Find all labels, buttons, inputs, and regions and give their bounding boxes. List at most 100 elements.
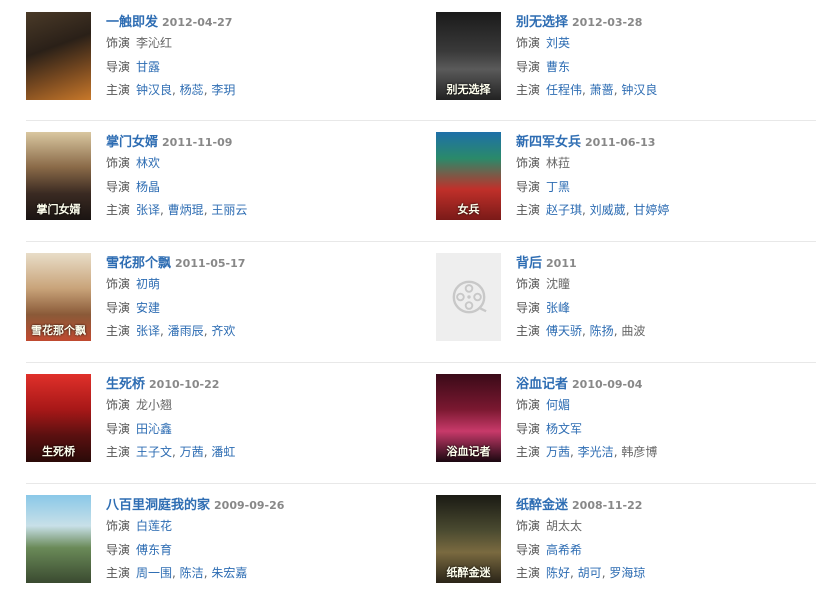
title-link[interactable]: 一触即发 [106,15,158,30]
release-date: 2010-09-04 [572,378,643,391]
cast-link[interactable]: 潘虹 [211,445,235,459]
cast-link[interactable]: 王丽云 [211,203,247,217]
release-date: 2009-09-26 [214,499,285,512]
role-link[interactable]: 白莲花 [136,519,172,533]
role-value: 沈瞳 [546,277,571,291]
cast-link[interactable]: 曹炳琨 [168,203,204,217]
poster-image[interactable]: 别无选择 [436,12,501,100]
title-link[interactable]: 别无选择 [516,15,568,30]
cast-link[interactable]: 刘威葳 [590,203,626,217]
cast-label: 主演 [516,203,541,217]
poster-image[interactable]: 雪花那个飘 [26,253,91,341]
role-link[interactable]: 何媚 [546,398,570,412]
role-label: 饰演 [106,156,131,170]
release-date: 2012-04-27 [162,16,233,29]
role-label: 饰演 [106,36,131,50]
cast-link[interactable]: 张译 [136,324,160,338]
role-label: 饰演 [516,36,541,50]
poster-image[interactable]: 生死桥 [26,374,91,462]
poster-image[interactable] [26,12,91,100]
poster-image[interactable]: 纸醉金迷 [436,495,501,583]
title-link[interactable]: 生死桥 [106,377,145,392]
director-link[interactable]: 安建 [136,301,160,315]
poster-placeholder[interactable] [436,253,501,341]
title-link[interactable]: 背后 [516,256,542,271]
cast-link[interactable]: 王子文 [136,445,172,459]
cast-link[interactable]: 胡可 [578,566,602,580]
cast-link[interactable]: 赵子琪 [546,203,582,217]
director-link[interactable]: 高希希 [546,543,582,557]
poster-image[interactable]: 女兵 [436,132,501,220]
cast-label: 主演 [106,445,131,459]
list-item: 纸醉金迷 纸醉金迷 2008-11-22 饰演 胡太太 导演 高希希 主演 陈好, 胡可… [436,495,806,585]
role-link[interactable]: 初萌 [136,277,160,291]
title-link[interactable]: 新四军女兵 [516,135,581,150]
cast-link[interactable]: 钟汉良 [136,83,172,97]
role-link[interactable]: 林欢 [136,156,160,170]
role-label: 饰演 [106,277,131,291]
role-label: 饰演 [106,519,131,533]
director-label: 导演 [516,421,541,436]
release-date: 2012-03-28 [572,16,643,29]
cast-link[interactable]: 万茜 [180,445,204,459]
cast-link[interactable]: 周一围 [136,566,172,580]
cast-link[interactable]: 钟汉良 [621,83,657,97]
cast-link[interactable]: 陈扬 [590,324,614,338]
list-item: 女兵 新四军女兵 2011-06-13 饰演 林菈 导演 丁黑 主演 赵子琪, 刘威葳,… [436,132,806,222]
cast-link[interactable]: 萧蔷 [590,83,614,97]
cast-link[interactable]: 万茜 [546,445,570,459]
list-item: 雪花那个飘 雪花那个飘 2011-05-17 饰演 初萌 导演 安建 主演 张译, 潘雨… [26,253,396,343]
director-link[interactable]: 杨晶 [136,180,160,194]
role-value: 林菈 [546,156,571,170]
list-item: 生死桥 生死桥 2010-10-22 饰演 龙小翘 导演 田沁鑫 主演 王子文, 万茜,… [26,374,396,464]
list-item: 背后 2011 饰演 沈瞳 导演 张峰 主演 傅天骄, 陈扬, 曲波 [436,253,806,343]
list-item: 浴血记者 浴血记者 2010-09-04 饰演 何媚 导演 杨文军 主演 万茜, 李光洁… [436,374,806,464]
release-date: 2011 [546,257,577,270]
filmography-grid: 一触即发 2012-04-27 饰演 李沁红 导演 甘露 主演 钟汉良, 杨蕊, 李玥 … [26,12,816,605]
cast-label: 主演 [106,83,131,97]
cast-link[interactable]: 朱宏嘉 [211,566,247,580]
release-date: 2010-10-22 [149,378,220,391]
director-link[interactable]: 张峰 [546,301,570,315]
film-reel-icon [452,280,487,314]
role-label: 饰演 [516,156,541,170]
director-link[interactable]: 丁黑 [546,180,570,194]
director-link[interactable]: 田沁鑫 [136,422,172,436]
role-label: 饰演 [516,519,541,533]
cast-link[interactable]: 傅天骄 [546,324,582,338]
cast-link[interactable]: 齐欢 [211,324,235,338]
director-link[interactable]: 杨文军 [546,422,582,436]
director-label: 导演 [516,179,541,194]
title-link[interactable]: 雪花那个飘 [106,256,171,271]
cast-label: 主演 [106,566,131,580]
director-link[interactable]: 曹东 [546,60,570,74]
poster-image[interactable]: 掌门女婿 [26,132,91,220]
cast-link[interactable]: 张译 [136,203,160,217]
director-link[interactable]: 甘露 [136,60,160,74]
cast-label: 主演 [106,203,131,217]
cast-link[interactable]: 陈好 [546,566,570,580]
cast-link[interactable]: 杨蕊 [180,83,204,97]
director-link[interactable]: 傅东育 [136,543,172,557]
cast-link[interactable]: 潘雨辰 [168,324,204,338]
cast-link[interactable]: 任程伟 [546,83,582,97]
poster-image[interactable] [26,495,91,583]
cast-link[interactable]: 李光洁 [578,445,614,459]
filmography-row: 雪花那个飘 雪花那个飘 2011-05-17 饰演 初萌 导演 安建 主演 张译, 潘雨… [26,242,816,363]
title-link[interactable]: 浴血记者 [516,377,568,392]
director-label: 导演 [106,300,131,315]
cast-link[interactable]: 陈洁 [180,566,204,580]
poster-image[interactable]: 浴血记者 [436,374,501,462]
role-label: 饰演 [516,398,541,412]
cast-name: 韩彦博 [621,445,658,459]
title-link[interactable]: 纸醉金迷 [516,498,568,513]
cast-link[interactable]: 罗海琼 [609,566,645,580]
role-value: 胡太太 [546,519,583,533]
cast-link[interactable]: 甘婷婷 [633,203,669,217]
cast-link[interactable]: 李玥 [211,83,235,97]
title-link[interactable]: 八百里洞庭我的家 [106,498,210,513]
role-link[interactable]: 刘英 [546,36,570,50]
director-label: 导演 [516,300,541,315]
list-item: 一触即发 2012-04-27 饰演 李沁红 导演 甘露 主演 钟汉良, 杨蕊, 李玥 [26,12,396,102]
title-link[interactable]: 掌门女婿 [106,135,158,150]
